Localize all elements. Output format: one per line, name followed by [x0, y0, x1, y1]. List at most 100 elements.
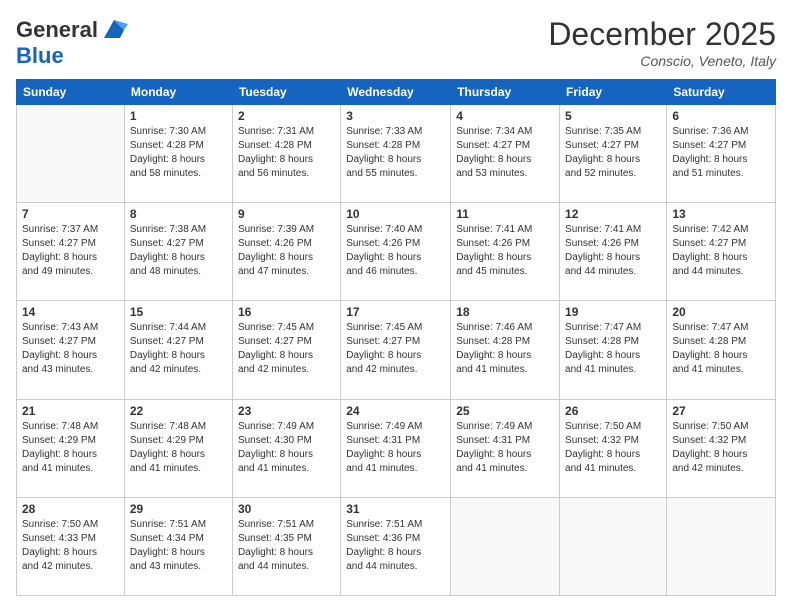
day-number: 26: [565, 404, 661, 418]
calendar-cell: 20 Sunrise: 7:47 AMSunset: 4:28 PMDayligh…: [667, 301, 776, 399]
day-info: Sunrise: 7:49 AMSunset: 4:30 PMDaylight:…: [238, 420, 335, 476]
calendar-cell: 28 Sunrise: 7:50 AMSunset: 4:33 PMDayligh…: [17, 497, 125, 595]
day-number: 25: [456, 404, 554, 418]
day-number: 5: [565, 109, 661, 123]
day-info: Sunrise: 7:45 AMSunset: 4:27 PMDaylight:…: [238, 321, 335, 377]
calendar-cell: 22 Sunrise: 7:48 AMSunset: 4:29 PMDayligh…: [124, 399, 232, 497]
weekday-header: Sunday: [17, 80, 125, 105]
weekday-header: Tuesday: [232, 80, 340, 105]
calendar-cell: 4 Sunrise: 7:34 AMSunset: 4:27 PMDaylight…: [451, 105, 560, 203]
day-number: 2: [238, 109, 335, 123]
calendar-cell: 14 Sunrise: 7:43 AMSunset: 4:27 PMDayligh…: [17, 301, 125, 399]
day-info: Sunrise: 7:35 AMSunset: 4:27 PMDaylight:…: [565, 125, 661, 181]
day-info: Sunrise: 7:49 AMSunset: 4:31 PMDaylight:…: [456, 420, 554, 476]
day-info: Sunrise: 7:50 AMSunset: 4:32 PMDaylight:…: [565, 420, 661, 476]
calendar-cell: 7 Sunrise: 7:37 AMSunset: 4:27 PMDaylight…: [17, 203, 125, 301]
day-info: Sunrise: 7:46 AMSunset: 4:28 PMDaylight:…: [456, 321, 554, 377]
day-number: 15: [130, 305, 227, 319]
calendar-cell: [451, 497, 560, 595]
day-number: 7: [22, 207, 119, 221]
day-number: 11: [456, 207, 554, 221]
day-info: Sunrise: 7:43 AMSunset: 4:27 PMDaylight:…: [22, 321, 119, 377]
calendar-cell: 31 Sunrise: 7:51 AMSunset: 4:36 PMDayligh…: [341, 497, 451, 595]
day-info: Sunrise: 7:51 AMSunset: 4:35 PMDaylight:…: [238, 518, 335, 574]
day-info: Sunrise: 7:44 AMSunset: 4:27 PMDaylight:…: [130, 321, 227, 377]
calendar-cell: 3 Sunrise: 7:33 AMSunset: 4:28 PMDaylight…: [341, 105, 451, 203]
calendar-cell: 19 Sunrise: 7:47 AMSunset: 4:28 PMDayligh…: [560, 301, 667, 399]
header: General Blue December 2025 Conscio, Vene…: [16, 16, 776, 69]
calendar-cell: 18 Sunrise: 7:46 AMSunset: 4:28 PMDayligh…: [451, 301, 560, 399]
day-number: 16: [238, 305, 335, 319]
day-number: 27: [672, 404, 770, 418]
day-info: Sunrise: 7:36 AMSunset: 4:27 PMDaylight:…: [672, 125, 770, 181]
calendar-cell: 23 Sunrise: 7:49 AMSunset: 4:30 PMDayligh…: [232, 399, 340, 497]
day-info: Sunrise: 7:42 AMSunset: 4:27 PMDaylight:…: [672, 223, 770, 279]
calendar-cell: 1Sunrise: 7:30 AMSunset: 4:28 PMDaylight…: [124, 105, 232, 203]
day-number: 12: [565, 207, 661, 221]
calendar-cell: 12 Sunrise: 7:41 AMSunset: 4:26 PMDayligh…: [560, 203, 667, 301]
day-number: 19: [565, 305, 661, 319]
day-info: Sunrise: 7:49 AMSunset: 4:31 PMDaylight:…: [346, 420, 445, 476]
day-info: Sunrise: 7:48 AMSunset: 4:29 PMDaylight:…: [130, 420, 227, 476]
calendar-cell: 25 Sunrise: 7:49 AMSunset: 4:31 PMDayligh…: [451, 399, 560, 497]
day-number: 4: [456, 109, 554, 123]
calendar-cell: 6 Sunrise: 7:36 AMSunset: 4:27 PMDaylight…: [667, 105, 776, 203]
calendar-cell: 30Sunrise: 7:51 AMSunset: 4:35 PMDayligh…: [232, 497, 340, 595]
day-info: Sunrise: 7:45 AMSunset: 4:27 PMDaylight:…: [346, 321, 445, 377]
calendar-cell: 21Sunrise: 7:48 AMSunset: 4:29 PMDayligh…: [17, 399, 125, 497]
day-number: 10: [346, 207, 445, 221]
day-info: Sunrise: 7:47 AMSunset: 4:28 PMDaylight:…: [672, 321, 770, 377]
day-number: 18: [456, 305, 554, 319]
calendar: SundayMondayTuesdayWednesdayThursdayFrid…: [16, 79, 776, 596]
day-number: 8: [130, 207, 227, 221]
day-number: 20: [672, 305, 770, 319]
day-info: Sunrise: 7:34 AMSunset: 4:27 PMDaylight:…: [456, 125, 554, 181]
weekday-header: Thursday: [451, 80, 560, 105]
day-number: 14: [22, 305, 119, 319]
logo-general: General: [16, 18, 98, 42]
calendar-cell: [560, 497, 667, 595]
day-number: 3: [346, 109, 445, 123]
weekday-header: Wednesday: [341, 80, 451, 105]
day-number: 29: [130, 502, 227, 516]
calendar-cell: 27Sunrise: 7:50 AMSunset: 4:32 PMDayligh…: [667, 399, 776, 497]
day-info: Sunrise: 7:51 AMSunset: 4:36 PMDaylight:…: [346, 518, 445, 574]
day-info: Sunrise: 7:40 AMSunset: 4:26 PMDaylight:…: [346, 223, 445, 279]
day-info: Sunrise: 7:41 AMSunset: 4:26 PMDaylight:…: [565, 223, 661, 279]
calendar-cell: 26 Sunrise: 7:50 AMSunset: 4:32 PMDayligh…: [560, 399, 667, 497]
calendar-cell: 5 Sunrise: 7:35 AMSunset: 4:27 PMDaylight…: [560, 105, 667, 203]
logo: General Blue: [16, 16, 128, 68]
calendar-cell: 9 Sunrise: 7:39 AMSunset: 4:26 PMDaylight…: [232, 203, 340, 301]
day-info: Sunrise: 7:39 AMSunset: 4:26 PMDaylight:…: [238, 223, 335, 279]
day-number: 22: [130, 404, 227, 418]
day-info: Sunrise: 7:38 AMSunset: 4:27 PMDaylight:…: [130, 223, 227, 279]
day-number: 17: [346, 305, 445, 319]
calendar-cell: 29 Sunrise: 7:51 AMSunset: 4:34 PMDayligh…: [124, 497, 232, 595]
month-title: December 2025: [548, 16, 776, 53]
day-info: Sunrise: 7:31 AMSunset: 4:28 PMDaylight:…: [238, 125, 335, 181]
calendar-cell: 24Sunrise: 7:49 AMSunset: 4:31 PMDayligh…: [341, 399, 451, 497]
title-block: December 2025 Conscio, Veneto, Italy: [548, 16, 776, 69]
calendar-cell: 16 Sunrise: 7:45 AMSunset: 4:27 PMDayligh…: [232, 301, 340, 399]
day-number: 31: [346, 502, 445, 516]
calendar-cell: [667, 497, 776, 595]
day-info: Sunrise: 7:33 AMSunset: 4:28 PMDaylight:…: [346, 125, 445, 181]
day-number: 6: [672, 109, 770, 123]
day-info: Sunrise: 7:50 AMSunset: 4:33 PMDaylight:…: [22, 518, 119, 574]
page: General Blue December 2025 Conscio, Vene…: [0, 0, 792, 612]
day-number: 9: [238, 207, 335, 221]
day-info: Sunrise: 7:47 AMSunset: 4:28 PMDaylight:…: [565, 321, 661, 377]
day-info: Sunrise: 7:51 AMSunset: 4:34 PMDaylight:…: [130, 518, 227, 574]
calendar-cell: 10 Sunrise: 7:40 AMSunset: 4:26 PMDayligh…: [341, 203, 451, 301]
calendar-cell: [17, 105, 125, 203]
weekday-header: Friday: [560, 80, 667, 105]
day-number: 28: [22, 502, 119, 516]
weekday-header: Saturday: [667, 80, 776, 105]
day-number: 21: [22, 404, 119, 418]
day-number: 23: [238, 404, 335, 418]
day-number: 1: [130, 109, 227, 123]
logo-icon: [100, 16, 128, 44]
day-info: Sunrise: 7:37 AMSunset: 4:27 PMDaylight:…: [22, 223, 119, 279]
logo-blue: Blue: [16, 43, 64, 68]
weekday-header: Monday: [124, 80, 232, 105]
